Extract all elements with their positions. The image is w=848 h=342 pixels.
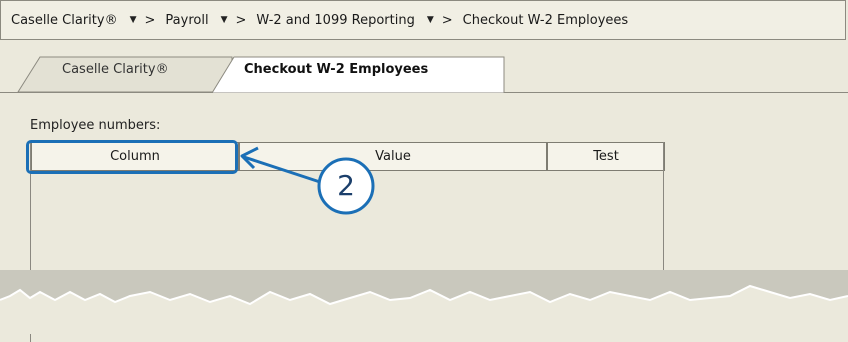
callout-step-number: 2	[337, 169, 355, 202]
callout-arrow-shaft	[243, 155, 321, 184]
torn-edge-decoration	[0, 270, 848, 334]
